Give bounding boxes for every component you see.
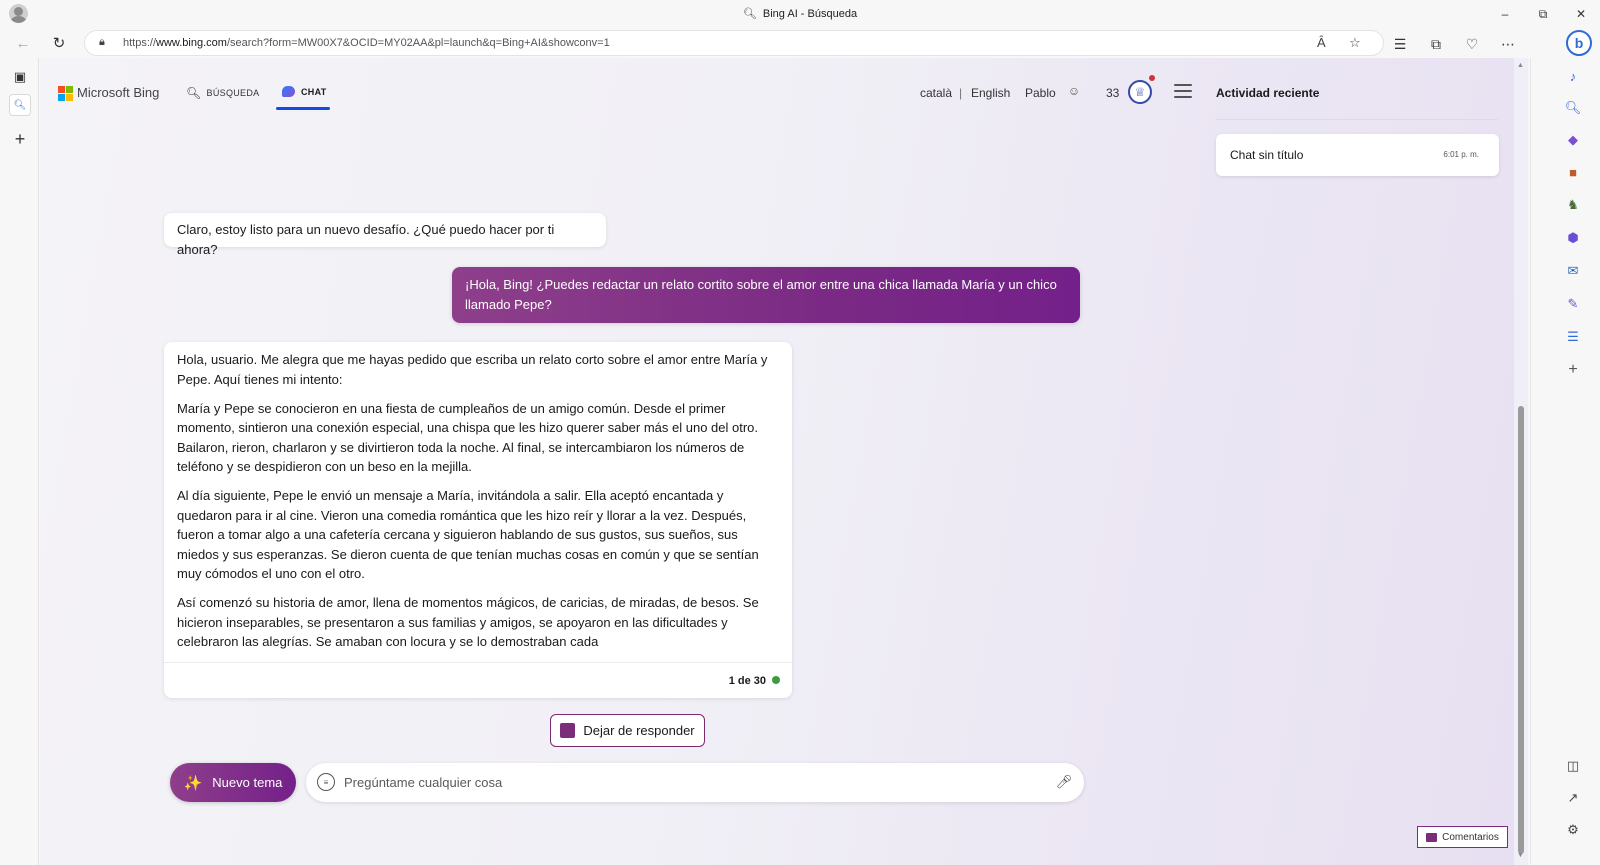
response-paragraph: Así comenzó su historia de amor, llena d… [177, 595, 759, 649]
bing-chat-page: Microsoft Bing 🔍︎ BÚSQUEDA CHAT català |… [40, 58, 1514, 865]
tab-chat[interactable]: CHAT [282, 86, 327, 97]
recent-activity-title: Actividad reciente [1216, 86, 1320, 100]
notification-bell-icon[interactable]: ♪ [1563, 66, 1583, 86]
url-prefix: https:// [123, 37, 157, 49]
back-arrow-icon[interactable]: ← [12, 33, 34, 53]
tag-icon[interactable]: ◆ [1563, 130, 1583, 150]
vertical-tabs-strip: ▣ 🔍︎ + [0, 58, 39, 865]
search-icon: 🔍︎ [742, 8, 757, 20]
active-tab-indicator [276, 107, 330, 110]
address-bar[interactable]: 🔒︎ https://www.bing.com/search?form=MW00… [84, 30, 1384, 56]
page-scrollbar[interactable]: ▲ ▼ [1514, 58, 1528, 865]
response-paragraph: Al día siguiente, Pepe le envió un mensa… [177, 488, 759, 581]
active-tab-search-icon[interactable]: 🔍︎ [9, 94, 31, 116]
user-message: ¡Hola, Bing! ¿Puedes redactar un relato … [452, 267, 1080, 323]
microphone-icon[interactable]: 🎤︎ [1056, 773, 1073, 791]
tools-briefcase-icon[interactable]: ■ [1563, 162, 1583, 182]
close-icon[interactable]: ✕ [1562, 0, 1600, 28]
restore-icon[interactable]: ⧉ [1524, 0, 1562, 28]
shopping-icon[interactable]: ☰ [1563, 327, 1583, 347]
bing-copilot-icon[interactable]: b [1566, 30, 1592, 56]
reward-points[interactable]: 33 [1106, 86, 1119, 100]
tab-search-label: BÚSQUEDA [206, 88, 260, 98]
chat-input[interactable] [344, 771, 1044, 793]
external-link-icon[interactable]: ↗ [1563, 788, 1583, 808]
window-title: 🔍︎ Bing AI - Búsqueda [0, 7, 1600, 20]
scrollbar-thumb[interactable] [1518, 406, 1524, 854]
stop-icon [560, 723, 576, 738]
url-host: www.bing.com [156, 37, 227, 49]
read-aloud-icon[interactable]: Ȃ [1317, 35, 1326, 50]
chat-input-box[interactable]: ≡ 🎤︎ [306, 763, 1084, 802]
chat-bubble-icon: ≡ [317, 773, 335, 791]
divider [1216, 119, 1498, 120]
bot-message-text: Claro, estoy listo para un nuevo desafío… [177, 222, 555, 257]
turn-counter: 1 de 30 [728, 675, 766, 687]
tab-chat-label: CHAT [301, 86, 327, 97]
url-text[interactable]: https://www.bing.com/search?form=MW00X7&… [123, 37, 610, 49]
stop-responding-label: Dejar de responder [583, 723, 695, 738]
favorites-icon[interactable]: ☰ [1390, 35, 1410, 53]
star-icon[interactable]: ☆ [1349, 35, 1361, 51]
hamburger-menu-icon[interactable] [1174, 84, 1192, 98]
recent-chat-time: 6:01 p. m. [1443, 150, 1479, 159]
user-message-text: ¡Hola, Bing! ¿Puedes redactar un relato … [465, 277, 1057, 312]
add-sidebar-app-icon[interactable]: + [1563, 360, 1583, 380]
search-icon[interactable]: 🔍︎ [1563, 98, 1583, 118]
user-name[interactable]: Pablo [1025, 86, 1056, 100]
minimize-icon[interactable]: – [1486, 0, 1524, 28]
user-profile-icon[interactable]: ☺ [1066, 83, 1082, 99]
bot-response-message: Hola, usuario. Me alegra que me hayas pe… [164, 342, 792, 698]
new-topic-label: Nuevo tema [212, 775, 283, 790]
recent-chat-item[interactable]: Chat sin título 6:01 p. m. [1216, 134, 1499, 176]
chat-icon [282, 86, 295, 97]
tab-search[interactable]: 🔍︎ BÚSQUEDA [186, 86, 259, 100]
outlook-icon[interactable]: ✉ [1563, 261, 1583, 281]
refresh-icon[interactable]: ↻ [48, 33, 70, 53]
browser-titlebar: 🔍︎ Bing AI - Búsqueda – ⧉ ✕ [0, 0, 1600, 28]
language-catalan-link[interactable]: català [920, 86, 952, 100]
microsoft-logo-icon [58, 85, 73, 101]
response-paragraph: María y Pepe se conocieron en una fiesta… [177, 400, 759, 475]
browser-toolbar: ← ↻ 🔒︎ https://www.bing.com/search?form=… [0, 28, 1600, 58]
url-path: /search?form=MW00X7&OCID=MY02AA&pl=launc… [226, 37, 610, 49]
lock-icon[interactable]: 🔒︎ [99, 36, 105, 49]
language-english-link[interactable]: English [971, 86, 1010, 100]
feedback-label: Comentarios [1442, 831, 1499, 843]
games-chess-icon[interactable]: ♞ [1563, 195, 1583, 215]
settings-gear-icon[interactable]: ⚙ [1563, 820, 1583, 840]
message-footer-divider [164, 662, 792, 663]
status-indicator-dot [772, 676, 780, 684]
language-separator: | [959, 86, 963, 100]
designer-icon[interactable]: ✎ [1563, 294, 1583, 314]
hide-sidebar-icon[interactable]: ◫ [1563, 756, 1583, 776]
window-title-text: Bing AI - Búsqueda [762, 8, 858, 20]
scroll-up-arrow-icon[interactable]: ▲ [1517, 62, 1524, 69]
feedback-button[interactable]: Comentarios [1417, 826, 1508, 848]
recent-chat-title: Chat sin título [1230, 148, 1304, 162]
new-topic-button[interactable]: ✨ Nuevo tema [170, 763, 296, 802]
notification-dot [1149, 75, 1155, 81]
stop-responding-button[interactable]: Dejar de responder [550, 714, 705, 747]
response-paragraph: Hola, usuario. Me alegra que me hayas pe… [177, 352, 768, 387]
edge-sidebar: ♪ 🔍︎ ◆ ■ ♞ ⬢ ✉ ✎ ☰ + ◫ ↗ ⚙ [1530, 58, 1600, 865]
microsoft-bing-logo[interactable]: Microsoft Bing [58, 85, 160, 101]
more-options-icon[interactable]: ⋯ [1498, 35, 1518, 53]
scroll-down-arrow-icon[interactable]: ▼ [1517, 852, 1524, 859]
browser-essentials-icon[interactable]: ♡ [1462, 35, 1482, 53]
rewards-trophy-icon[interactable]: ♕ [1128, 80, 1152, 104]
tab-actions-icon[interactable]: ▣ [9, 66, 31, 88]
collections-icon[interactable]: ⧉ [1426, 35, 1446, 53]
bot-message: Claro, estoy listo para un nuevo desafío… [164, 213, 606, 257]
search-icon: 🔍︎ [186, 86, 202, 100]
broom-icon: ✨ [183, 774, 203, 792]
logo-text: Microsoft Bing [77, 85, 160, 100]
new-tab-plus-icon[interactable]: + [9, 128, 31, 150]
feedback-icon [1426, 832, 1438, 842]
microsoft365-icon[interactable]: ⬢ [1563, 228, 1583, 248]
